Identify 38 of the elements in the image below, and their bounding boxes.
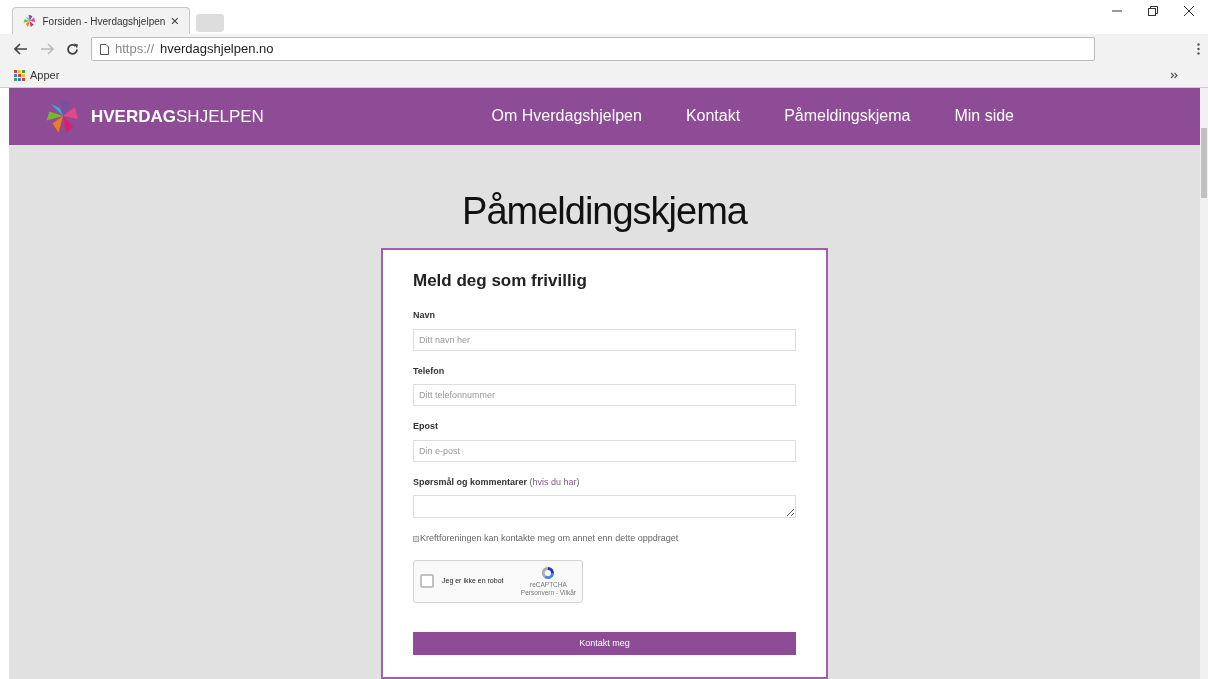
close-icon[interactable] [1184,6,1194,16]
nav-link[interactable]: Min side [954,104,1014,129]
browser-tab[interactable]: Forsiden - Hverdagshjelpen [12,7,190,34]
field-hint: (hvis du har) [529,476,580,487]
consent-label: Kreftforeningen kan kontakte meg om annet enn dette oppdraget [420,532,679,546]
url-scheme: https:// [115,40,155,59]
more-icon[interactable] [1197,43,1200,55]
input-field[interactable]: Ditt navn her [413,328,796,351]
recaptcha-icon [540,565,557,582]
nav-link[interactable]: Kontakt [685,104,741,129]
form-title: Meld deg som frivillig [413,269,588,292]
url-host: hverdagshjelpen.no [160,40,274,59]
field-label: Epost [413,421,438,432]
checkbox[interactable] [413,536,419,542]
nav-link[interactable]: Påmeldingskjema [784,104,911,129]
page-icon [100,43,109,55]
tab-title: Forsiden - Hverdagshjelpen [42,14,166,29]
field-label: Spørsmål og kommentarer [413,476,528,487]
close-icon[interactable] [171,17,179,25]
nav-link[interactable]: Om Hverdagshjelpen [491,104,642,129]
captcha-checkbox[interactable] [420,574,434,589]
chevron-icon[interactable] [1170,72,1178,79]
field-label: Telefon [413,365,445,376]
input-field[interactable]: Ditt telefonnummer [413,384,796,407]
flower-icon [23,14,37,28]
input-field[interactable]: Din e-post [413,439,796,462]
site-brand[interactable]: HVERDAGSHJELPEN [91,103,264,130]
bookmark-link[interactable]: Apper [30,67,60,84]
field-label: Navn [413,310,435,321]
flower-logo [45,98,81,135]
reload-icon[interactable] [66,42,79,56]
apps-icon[interactable] [14,70,25,81]
back-icon[interactable] [14,43,28,55]
submit-button[interactable]: Kontakt meg [413,632,796,655]
scrollbar[interactable] [1200,88,1208,679]
page-title: Påmeldingskjema [461,188,749,234]
address-bar[interactable]: https:// hverdagshjelpen.no [91,37,1095,61]
restore-icon[interactable] [1148,6,1158,16]
